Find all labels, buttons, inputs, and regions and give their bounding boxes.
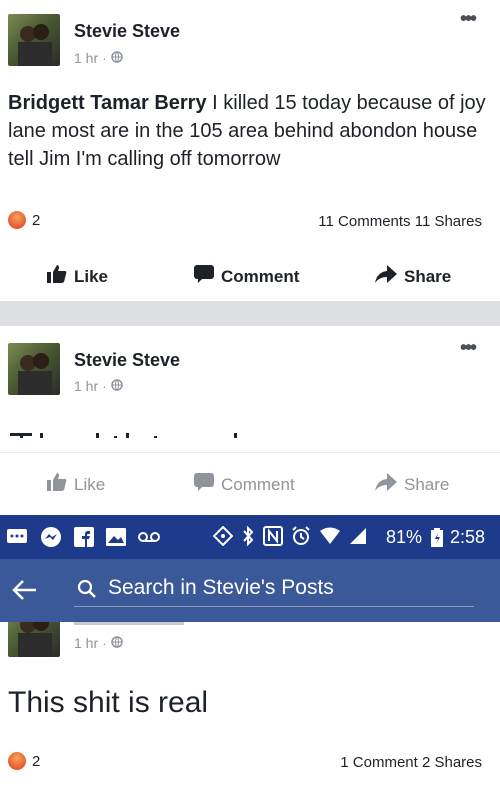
location-icon [212,525,234,551]
comment-button[interactable]: Comment [193,264,299,289]
post-time[interactable]: 1 hr [74,378,98,394]
alarm-icon [291,526,311,551]
messenger-icon [40,526,62,553]
share-label: Share [404,474,450,494]
signal-icon [349,527,367,550]
share-label: Share [404,266,452,286]
reaction-count: 2 [32,752,41,770]
author-name[interactable]: Stevie Steve [74,21,180,42]
feed-divider [0,301,500,326]
clock: 2:58 [450,527,486,547]
comments-shares-count[interactable]: 1 Comment 2 Shares [340,754,482,771]
post-text: This shit is real [8,686,209,719]
reactions[interactable]: 2 [8,752,40,770]
avatar[interactable] [8,14,60,66]
share-icon [374,264,398,289]
gallery-icon [106,527,126,552]
comment-label: Comment [221,266,300,286]
angry-reaction-icon [8,752,26,770]
globe-icon [111,635,123,651]
voicemail-icon [138,530,160,549]
clipped-post-text [8,428,258,438]
post-meta: 1 hr · [74,50,123,66]
more-icon[interactable]: ••• [460,337,477,360]
search-input[interactable]: Search in Stevie's Posts [108,576,334,600]
post-meta: 1 hr · [74,378,123,394]
share-button[interactable]: Share [374,472,449,497]
post-meta: 1 hr · [74,635,123,651]
share-button[interactable]: Share [374,264,451,289]
comment-label: Comment [221,474,295,494]
comments-shares-count[interactable]: 11 Comments 11 Shares [318,213,482,230]
globe-icon [111,50,123,66]
reactions[interactable]: 2 [8,211,40,229]
battery-percent: 81% [386,527,423,547]
avatar[interactable] [8,622,60,657]
like-icon [46,472,68,497]
notification-icons [6,526,160,553]
tagged-person[interactable]: Bridgett Tamar Berry [8,92,207,114]
sms-icon [6,527,28,552]
author-name[interactable]: Stevie Steve [74,350,180,371]
avatar[interactable] [8,343,60,395]
comment-icon [193,472,215,497]
system-icons [212,525,367,551]
status-bar: 81% 2:58 [0,515,500,559]
like-label: Like [74,266,109,286]
comment-icon [193,264,215,289]
search-underline [74,606,474,607]
comment-button[interactable]: Comment [193,472,295,497]
clipped-author-name [74,622,184,625]
like-button[interactable]: Like [46,264,108,289]
like-label: Like [74,474,106,494]
post-body: Bridgett Tamar Berry I killed 15 today b… [8,89,488,173]
battery-icon [430,528,444,553]
share-icon [374,472,398,497]
bluetooth-icon [241,525,255,551]
back-arrow-icon[interactable] [12,579,38,606]
post-time[interactable]: 1 hr [74,50,98,66]
action-divider [0,452,500,453]
post-time[interactable]: 1 hr [74,635,98,651]
search-icon [77,579,97,604]
facebook-icon [74,527,94,552]
like-icon [46,264,68,289]
reaction-count: 2 [32,211,41,229]
more-icon[interactable]: ••• [460,8,477,31]
wifi-icon [319,527,341,550]
globe-icon [111,378,123,394]
like-button[interactable]: Like [46,472,105,497]
nfc-icon [263,526,283,551]
search-header: Search in Stevie's Posts [0,559,500,622]
angry-reaction-icon [8,211,26,229]
